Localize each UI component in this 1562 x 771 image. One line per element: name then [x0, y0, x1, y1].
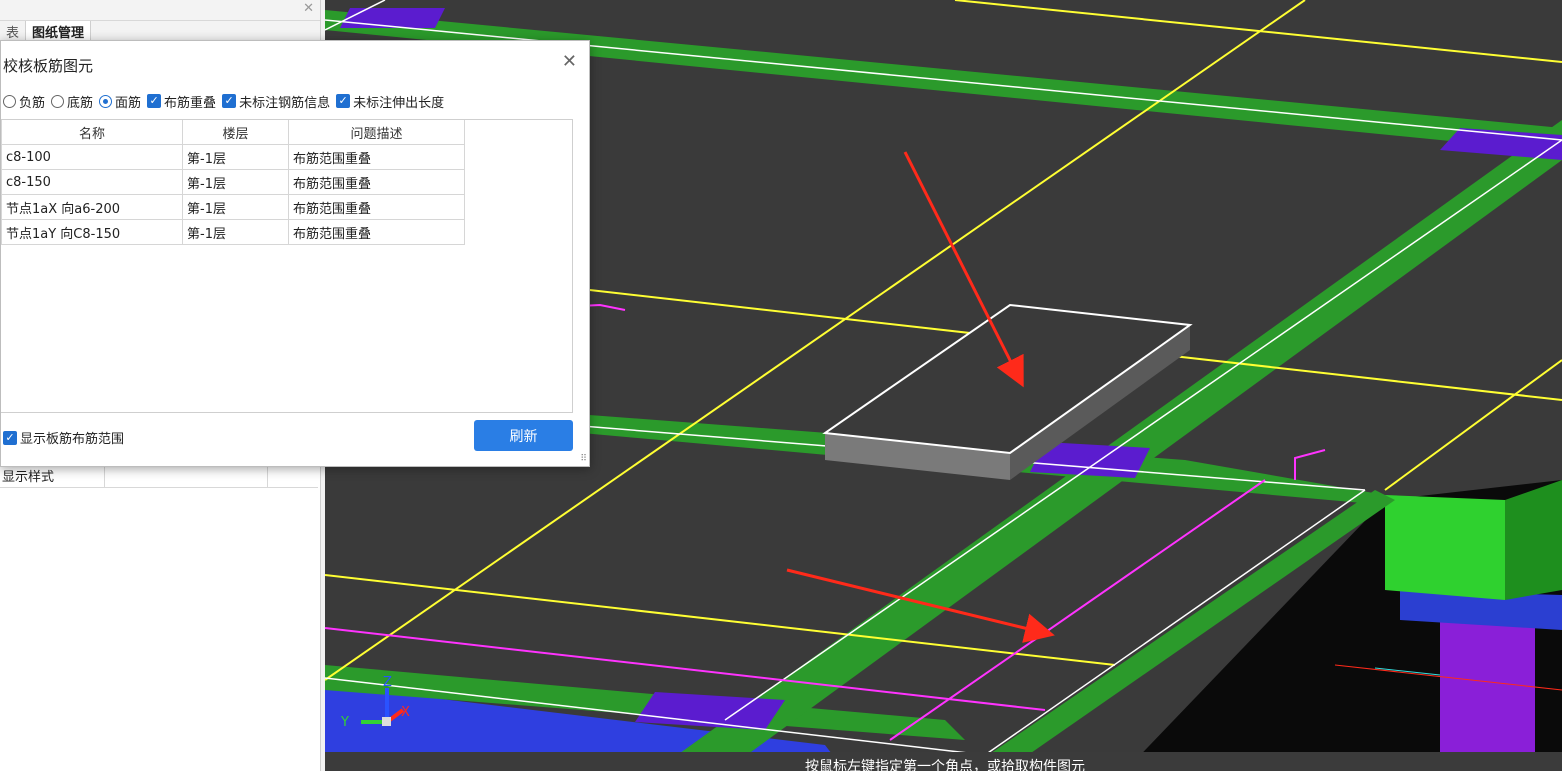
checkbox-show-rebar-range[interactable]: ✓ 显示板筋布筋范围	[3, 428, 124, 447]
checkbox-checked-icon: ✓	[222, 94, 237, 108]
table-row[interactable]: c8-150 第-1层 布筋范围重叠	[1, 169, 465, 195]
radio-circle-icon	[51, 94, 65, 108]
header-description[interactable]: 问题描述	[288, 120, 465, 145]
resize-grip-icon[interactable]: ⠿	[580, 454, 587, 464]
beam-cap-1	[340, 8, 445, 28]
dialog-close-icon[interactable]: ✕	[562, 51, 577, 72]
cell-floor: 第-1层	[182, 144, 289, 170]
cell-description: 布筋范围重叠	[288, 194, 465, 220]
panel-close-icon[interactable]: ✕	[303, 2, 314, 16]
checkbox-checked-icon: ✓	[336, 94, 351, 108]
header-name[interactable]: 名称	[1, 120, 183, 145]
cell-description: 布筋范围重叠	[288, 144, 465, 170]
cell-description: 布筋范围重叠	[288, 219, 465, 245]
issue-table: 名称 楼层 问题描述 c8-100 第-1层 布筋范围重叠 c8-150 第-1…	[1, 120, 465, 245]
header-floor[interactable]: 楼层	[182, 120, 289, 145]
radio-selected-icon	[99, 94, 113, 108]
dialog-title: 校核板筋图元	[3, 57, 94, 75]
cell-floor: 第-1层	[182, 219, 289, 245]
cell-name: 节点1aY 向C8-150	[1, 219, 183, 245]
panel-topbar: ✕	[0, 0, 320, 21]
table-row[interactable]: c8-100 第-1层 布筋范围重叠	[1, 144, 465, 170]
cell-floor: 第-1层	[182, 194, 289, 220]
status-text: 按鼠标左键指定第一个角点，或拾取构件图元	[805, 759, 1085, 771]
table-row[interactable]: 节点1aX 向a6-200 第-1层 布筋范围重叠	[1, 194, 465, 220]
cell-name: c8-100	[1, 144, 183, 170]
axis-label-x: X	[401, 705, 410, 720]
cell-name: c8-150	[1, 169, 183, 195]
filter-options: 负筋 底筋 面筋 ✓ 布筋重叠 ✓ 未标注钢筋信息 ✓ 未标注伸出长度	[3, 91, 450, 111]
radio-top-rebar[interactable]: 面筋	[99, 92, 141, 111]
checkbox-checked-icon: ✓	[3, 430, 17, 445]
cell-name: 节点1aX 向a6-200	[1, 194, 183, 220]
checkbox-rebar-overlap[interactable]: ✓ 布筋重叠	[147, 92, 216, 111]
table-header-row: 名称 楼层 问题描述	[1, 120, 465, 145]
issue-table-container[interactable]: 名称 楼层 问题描述 c8-100 第-1层 布筋范围重叠 c8-150 第-1…	[1, 119, 573, 413]
checkbox-unlabeled-extension-length[interactable]: ✓ 未标注伸出长度	[336, 92, 444, 111]
refresh-button[interactable]: 刷新	[474, 420, 573, 451]
table-row[interactable]: 节点1aY 向C8-150 第-1层 布筋范围重叠	[1, 219, 465, 245]
green-column-side	[1505, 480, 1562, 600]
axis-label-y: Y	[340, 715, 349, 730]
green-column	[1385, 495, 1505, 600]
cell-floor: 第-1层	[182, 169, 289, 195]
axis-label-z: Z	[383, 675, 392, 690]
cell-description: 布筋范围重叠	[288, 169, 465, 195]
checkbox-checked-icon: ✓	[147, 94, 162, 108]
radio-negative-rebar[interactable]: 负筋	[3, 92, 45, 111]
radio-circle-icon	[3, 94, 16, 108]
check-slab-rebar-dialog: 校核板筋图元 ✕ 负筋 底筋 面筋 ✓ 布筋重叠 ✓ 未标注钢筋信息 ✓ 未标注…	[0, 40, 590, 467]
checkbox-unlabeled-rebar-info[interactable]: ✓ 未标注钢筋信息	[222, 92, 330, 111]
radio-bottom-rebar[interactable]: 底筋	[51, 92, 93, 111]
